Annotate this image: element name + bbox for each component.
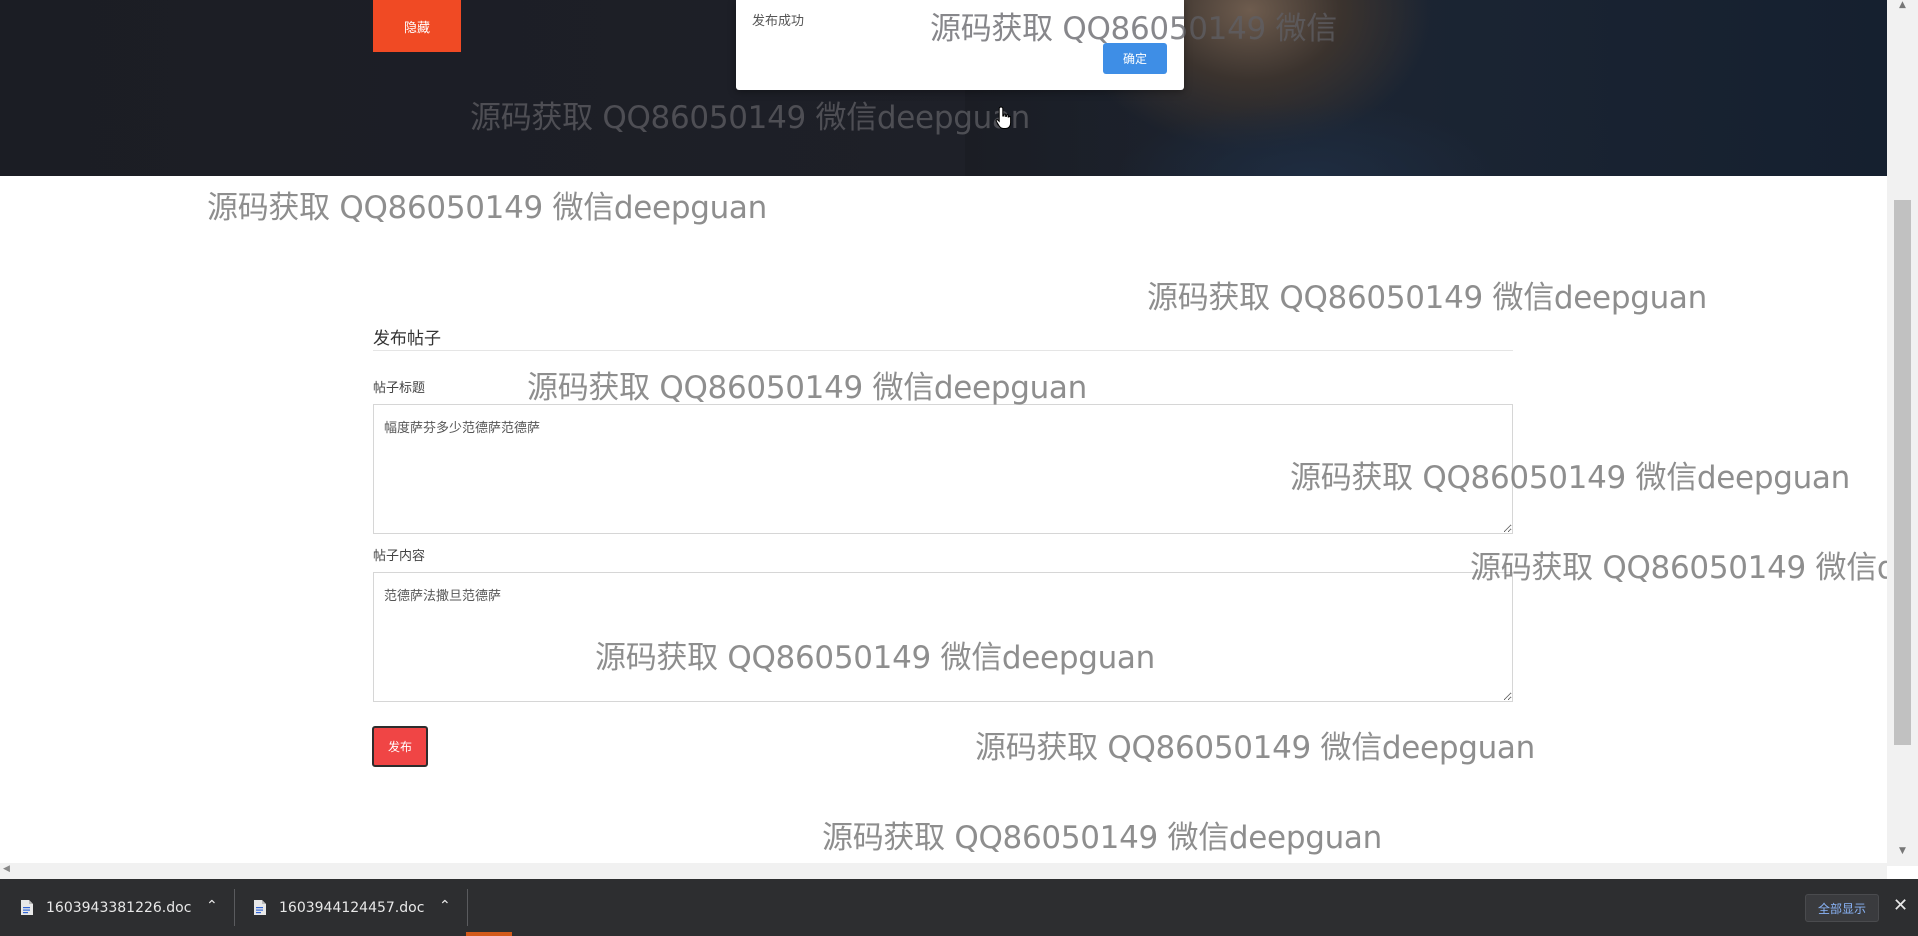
watermark: 源码获取 QQ86050149 微信deepguan bbox=[1147, 280, 1707, 316]
chevron-up-icon[interactable]: ⌃ bbox=[439, 898, 451, 914]
download-item[interactable]: 1603944124457.doc bbox=[253, 879, 424, 936]
publish-button[interactable]: 发布 bbox=[372, 726, 428, 767]
scroll-left-icon[interactable]: ◀ bbox=[3, 864, 10, 874]
scroll-up-icon[interactable]: ▲ bbox=[1897, 0, 1908, 11]
taskbar-highlight bbox=[466, 932, 512, 936]
download-filename: 1603943381226.doc bbox=[46, 899, 192, 916]
post-content-label: 帖子内容 bbox=[373, 549, 426, 564]
watermark: 源码获取 QQ86050149 微信deepguan bbox=[975, 730, 1535, 766]
watermark: 源码获取 QQ86050149 微信deepguan bbox=[207, 190, 767, 226]
download-bar: 1603943381226.doc ⌃ 1603944124457.doc ⌃ … bbox=[0, 879, 1918, 936]
watermark: 源码获取 QQ86050149 微信deepguan bbox=[527, 370, 1087, 406]
hero-photo-shirt bbox=[1110, 95, 1530, 176]
watermark: 源码获取 QQ86050149 微信deepguan bbox=[822, 820, 1382, 856]
post-title-label: 帖子标题 bbox=[373, 381, 426, 396]
form-title: 发布帖子 bbox=[373, 329, 441, 349]
hand-pointer-icon bbox=[995, 106, 1012, 129]
scrollbar-thumb[interactable] bbox=[1894, 200, 1911, 745]
hide-button[interactable]: 隐藏 bbox=[373, 0, 461, 52]
vertical-scrollbar[interactable]: ▲ ▼ bbox=[1887, 0, 1918, 866]
form-divider bbox=[373, 350, 1513, 351]
success-dialog: 发布成功 确定 bbox=[736, 0, 1184, 90]
separator bbox=[234, 889, 235, 926]
post-title-field[interactable]: 幅度萨芬多少范德萨范德萨 bbox=[373, 404, 1513, 534]
dialog-message: 发布成功 bbox=[752, 14, 805, 29]
separator bbox=[467, 889, 468, 926]
document-icon bbox=[21, 900, 33, 915]
show-all-button[interactable]: 全部显示 bbox=[1805, 894, 1879, 922]
document-icon bbox=[254, 900, 266, 915]
dialog-ok-button[interactable]: 确定 bbox=[1103, 43, 1167, 74]
post-content-field[interactable]: 范德萨法撒旦范德萨 bbox=[373, 572, 1513, 702]
horizontal-scrollbar[interactable]: ◀ bbox=[0, 863, 1887, 879]
download-filename: 1603944124457.doc bbox=[279, 899, 425, 916]
download-item[interactable]: 1603943381226.doc bbox=[20, 879, 191, 936]
scroll-down-icon[interactable]: ▼ bbox=[1897, 846, 1908, 857]
chevron-up-icon[interactable]: ⌃ bbox=[206, 898, 218, 914]
close-icon[interactable]: ✕ bbox=[1893, 895, 1908, 916]
watermark: 源码获取 QQ86050149 微信deepguan bbox=[1470, 550, 1887, 586]
